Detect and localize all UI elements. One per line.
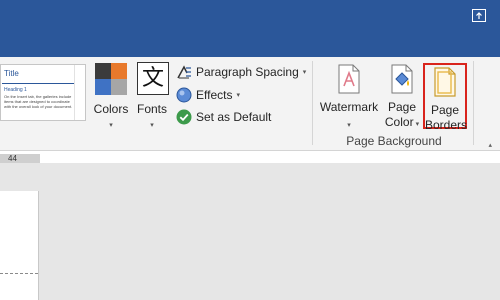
watermark-button[interactable]: Watermark ▾ (316, 62, 382, 129)
color-swatch-blue (95, 79, 111, 95)
chevron-down-icon: ▾ (236, 92, 240, 99)
page-color-label: Page Color ▾ (382, 100, 422, 130)
effects-icon (176, 87, 192, 103)
paragraph-spacing-icon (177, 65, 191, 79)
paragraph-spacing-label: Paragraph Spacing (196, 65, 299, 79)
paragraph-spacing-button[interactable]: Paragraph Spacing ▾ (176, 62, 306, 82)
ribbon-display-options-icon[interactable] (472, 9, 486, 22)
chevron-down-icon: ▾ (109, 122, 113, 129)
page-borders-label-line2: Borders (425, 118, 468, 132)
colors-button[interactable]: Colors ▾ (91, 62, 131, 129)
page-background-group-label: Page Background (346, 134, 442, 148)
page-color-label-line1: Page (387, 100, 417, 114)
gallery-body-sample: On the Insert tab, the galleries include… (4, 94, 73, 109)
page-borders-button[interactable]: Page Borders (423, 63, 467, 132)
chevron-down-icon: ▾ (415, 121, 420, 128)
effects-button[interactable]: Effects ▾ (176, 85, 240, 105)
color-swatch-dark (95, 63, 111, 79)
document-page[interactable] (0, 191, 39, 300)
page-borders-label-line1: Page (430, 103, 460, 117)
document-canvas (0, 163, 500, 300)
gallery-title-sample: Title (4, 69, 19, 78)
fonts-button[interactable]: 文 Fonts ▾ (134, 62, 170, 129)
watermark-icon (338, 64, 360, 94)
gallery-title-rule (2, 83, 74, 84)
chevron-down-icon: ▾ (347, 122, 351, 129)
font-glyph-icon: 文 (137, 62, 169, 95)
gallery-scrollbar[interactable] (74, 65, 85, 120)
page-color-label-line2: Color (384, 115, 414, 129)
color-palette-icon (95, 63, 127, 95)
group-divider (312, 61, 313, 145)
ruler-bar (0, 151, 500, 163)
title-bar (0, 0, 500, 57)
document-formatting-style-gallery[interactable]: Title Heading 1 On the Insert tab, the g… (0, 64, 86, 121)
group-divider (473, 61, 474, 145)
checkmark-icon (176, 109, 192, 125)
chevron-down-icon: ▾ (150, 122, 154, 129)
gallery-heading-sample: Heading 1 (4, 87, 27, 93)
page-margin-guide (0, 273, 38, 274)
page-borders-label: Page Borders (425, 103, 468, 133)
page-borders-icon (434, 67, 456, 97)
color-swatch-gray (111, 79, 127, 95)
collapse-ribbon-icon[interactable]: ▴ (488, 141, 492, 149)
set-as-default-button[interactable]: Set as Default (176, 107, 271, 127)
fonts-label: Fonts (136, 102, 167, 116)
ribbon-design-tab: Title Heading 1 On the Insert tab, the g… (0, 57, 500, 151)
effects-label: Effects (196, 88, 233, 102)
set-as-default-label: Set as Default (196, 110, 272, 124)
page-color-button[interactable]: Page Color ▾ (382, 62, 422, 130)
watermark-label: Watermark (319, 100, 379, 114)
paint-bucket-icon (391, 64, 413, 94)
color-swatch-orange (111, 63, 127, 79)
colors-label: Colors (93, 102, 129, 116)
chevron-down-icon: ▾ (302, 69, 307, 76)
